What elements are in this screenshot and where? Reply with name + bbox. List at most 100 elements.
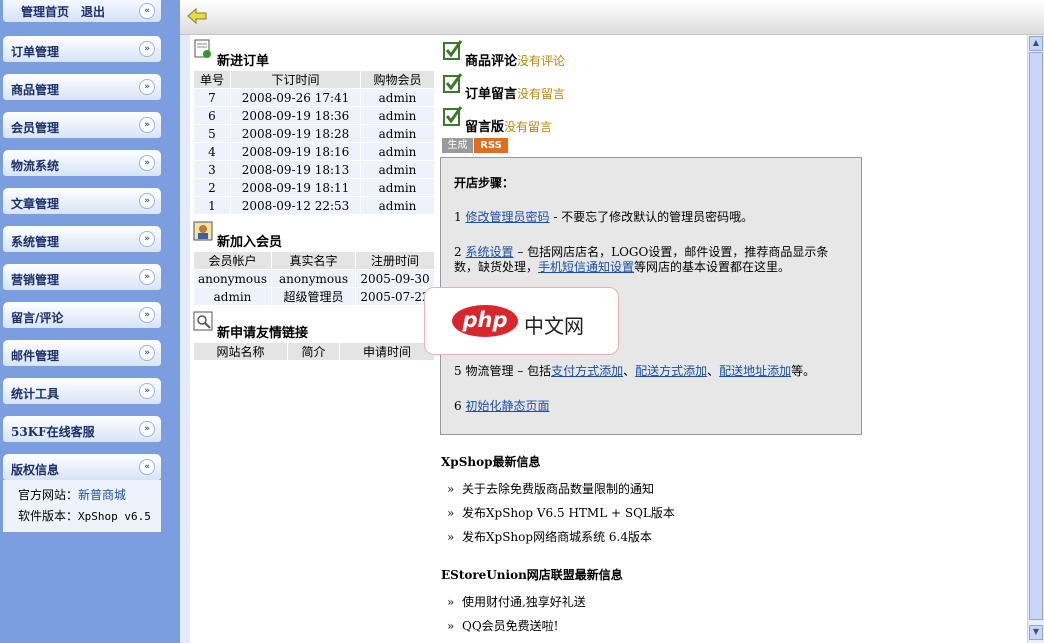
chevron-down-icon[interactable]: » xyxy=(139,421,155,437)
news-item[interactable]: » QQ会员免费送啦! xyxy=(447,617,558,634)
order-id: 4 xyxy=(193,142,231,161)
sidebar-item-label: 统计工具 xyxy=(11,387,60,401)
chevron-down-icon[interactable]: » xyxy=(139,79,155,95)
news-item[interactable]: » 发布XpShop网络商城系统 6.4版本 xyxy=(447,528,652,545)
sidebar-item-53kf[interactable]: 53KF在线客服 » xyxy=(3,416,161,442)
member-icon xyxy=(193,221,213,241)
vertical-scrollbar[interactable]: ▲ ▼ xyxy=(1027,35,1044,643)
php-watermark-text: 中文网 xyxy=(524,314,584,338)
change-admin-password-link[interactable]: 修改管理员密码 xyxy=(465,210,549,224)
order-member: admin xyxy=(360,124,435,143)
table-row[interactable]: 3 2008-09-19 18:13 admin xyxy=(193,160,435,179)
order-id: 3 xyxy=(193,160,231,179)
sidebar-item-label: 文章管理 xyxy=(11,197,60,211)
chevron-down-icon[interactable]: » xyxy=(139,41,155,57)
php-logo: php xyxy=(452,305,518,337)
scroll-up-icon[interactable]: ▲ xyxy=(1029,36,1043,51)
logout-link[interactable]: 退出 xyxy=(81,3,105,20)
system-settings-link[interactable]: 系统设置 xyxy=(465,245,513,259)
step-2: 2 系统设置 – 包括网店店名，LOGO设置，邮件设置，推荐商品显示条数，缺货处… xyxy=(454,245,849,275)
sidebar-item-system[interactable]: 系统管理 » xyxy=(3,226,161,252)
sidebar-item-articles[interactable]: 文章管理 » xyxy=(3,188,161,214)
table-row[interactable]: 5 2008-09-19 18:28 admin xyxy=(193,124,435,143)
table-row[interactable]: anonymous anonymous 2005-09-30 xyxy=(193,269,435,288)
sidebar-item-comments[interactable]: 留言/评论 » xyxy=(3,302,161,328)
chevron-down-icon[interactable]: » xyxy=(139,231,155,247)
chevron-down-icon[interactable]: » xyxy=(139,345,155,361)
sidebar-item-stats[interactable]: 统计工具 » xyxy=(3,378,161,404)
table-row[interactable]: 1 2008-09-12 22:53 admin xyxy=(193,196,435,215)
scroll-down-icon[interactable]: ▼ xyxy=(1029,625,1043,640)
table-row[interactable]: admin 超级管理员 2005-07-22 xyxy=(193,287,435,306)
collapse-icon[interactable]: « xyxy=(139,3,155,19)
order-id: 1 xyxy=(193,196,231,215)
review-check-icon xyxy=(443,40,463,60)
order-member: admin xyxy=(360,142,435,161)
version-value: XpShop v6.5 xyxy=(78,510,151,523)
member-realname: anonymous xyxy=(271,269,356,288)
chevron-down-icon[interactable]: » xyxy=(139,269,155,285)
column-header: 真实名字 xyxy=(271,251,356,270)
sidebar-item-logistics[interactable]: 物流系统 » xyxy=(3,150,161,176)
sidebar-item-email[interactable]: 邮件管理 » xyxy=(3,340,161,366)
generate-badge[interactable]: 生成 xyxy=(442,138,473,153)
sidebar-item-marketing[interactable]: 营销管理 » xyxy=(3,264,161,290)
sidebar-item-copyright[interactable]: 版权信息 « xyxy=(3,454,161,480)
admin-home-link[interactable]: 管理首页 xyxy=(21,3,69,20)
news-item[interactable]: » 发布XpShop V6.5 HTML + SQL版本 xyxy=(447,504,675,521)
news-item[interactable]: » 关于去除免费版商品数量限制的通知 xyxy=(447,480,654,497)
back-arrow-icon[interactable] xyxy=(186,6,208,26)
add-shipping-method-link[interactable]: 配送方式添加 xyxy=(635,364,707,378)
add-shipping-address-link[interactable]: 配送地址添加 xyxy=(719,364,791,378)
guestbook-status[interactable]: 没有留言 xyxy=(504,120,552,134)
guestbook-check-icon xyxy=(443,106,463,126)
product-review-row: 商品评论没有评论 xyxy=(465,50,565,69)
chevron-down-icon[interactable]: » xyxy=(139,193,155,209)
sidebar-item-label: 订单管理 xyxy=(11,45,60,59)
member-account: admin xyxy=(193,287,272,306)
official-site-label: 官方网站： xyxy=(18,488,79,502)
column-header: 会员帐户 xyxy=(193,251,272,270)
order-message-status[interactable]: 没有留言 xyxy=(517,87,565,101)
order-member: admin xyxy=(360,160,435,179)
column-header: 下订时间 xyxy=(230,70,361,89)
chevron-down-icon[interactable]: » xyxy=(139,307,155,323)
column-header: 申请时间 xyxy=(339,342,435,361)
new-members-title: 新加入会员 xyxy=(217,235,283,250)
order-time: 2008-09-19 18:11 xyxy=(230,178,361,197)
rss-badge[interactable]: RSS xyxy=(474,138,508,153)
chevron-down-icon[interactable]: » xyxy=(139,117,155,133)
sidebar-item-orders[interactable]: 订单管理 » xyxy=(3,36,161,62)
member-regtime: 2005-09-30 xyxy=(355,269,435,288)
order-message-row: 订单留言没有留言 xyxy=(465,83,565,102)
table-row[interactable]: 7 2008-09-26 17:41 admin xyxy=(193,88,435,107)
product-review-status[interactable]: 没有评论 xyxy=(517,54,565,68)
sidebar-item-members[interactable]: 会员管理 » xyxy=(3,112,161,138)
sidebar-item-products[interactable]: 商品管理 » xyxy=(3,74,161,100)
table-row[interactable]: 6 2008-09-19 18:36 admin xyxy=(193,106,435,125)
step-text: 5 物流管理 – 包括 xyxy=(454,364,552,378)
sidebar-item-label: 营销管理 xyxy=(11,273,60,287)
new-members-table: 会员帐户 真实名字 注册时间 anonymous anonymous 2005-09… xyxy=(193,251,435,306)
guestbook-title: 留言版 xyxy=(465,120,505,135)
sidebar-item-label: 物流系统 xyxy=(11,159,60,173)
scrollbar-thumb[interactable] xyxy=(1029,52,1043,620)
table-row[interactable]: 2 2008-09-19 18:11 admin xyxy=(193,178,435,197)
official-site-link[interactable]: 新普商城 xyxy=(78,488,126,502)
sidebar-item-label: 邮件管理 xyxy=(11,349,60,363)
table-row[interactable]: 4 2008-09-19 18:16 admin xyxy=(193,142,435,161)
init-static-pages-link[interactable]: 初始化静态页面 xyxy=(465,399,549,413)
sidebar-item-label: 53KF在线客服 xyxy=(11,425,95,439)
member-regtime: 2005-07-22 xyxy=(355,287,435,306)
step-6: 6 初始化静态页面 xyxy=(454,399,849,414)
chevron-down-icon[interactable]: » xyxy=(139,155,155,171)
sms-notify-settings-link[interactable]: 手机短信通知设置 xyxy=(538,260,634,274)
chevron-up-icon[interactable]: « xyxy=(139,459,155,475)
news-item[interactable]: » 使用财付通,独享好礼送 xyxy=(447,593,586,610)
sidebar: 管理首页 退出 « 订单管理» 商品管理» 会员管理» 物流系统» 文章管理» … xyxy=(0,0,180,643)
add-payment-method-link[interactable]: 支付方式添加 xyxy=(551,364,623,378)
order-id: 7 xyxy=(193,88,231,107)
column-header: 单号 xyxy=(193,70,231,89)
sidebar-item-label: 留言/评论 xyxy=(11,311,64,325)
chevron-down-icon[interactable]: » xyxy=(139,383,155,399)
